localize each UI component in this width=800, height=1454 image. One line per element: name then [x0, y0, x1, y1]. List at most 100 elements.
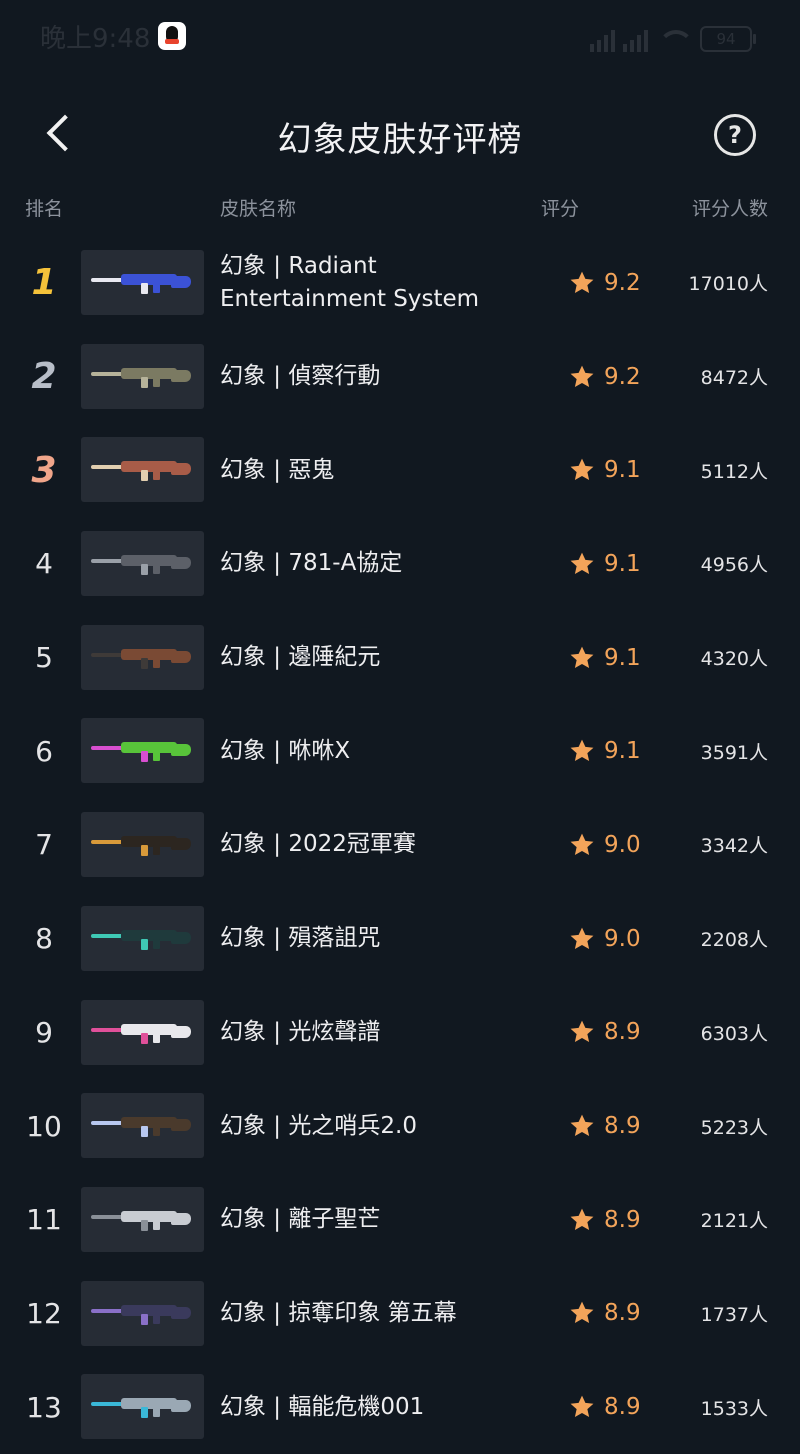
wifi-icon	[656, 28, 694, 52]
star-icon	[568, 1112, 596, 1140]
list-item[interactable]: 13 幻象 | 輻能危機001 8.9 1533人	[0, 1360, 800, 1454]
skin-thumbnail	[81, 1374, 204, 1440]
skin-thumbnail	[81, 1280, 204, 1346]
rating-count: 1533人	[700, 1397, 768, 1420]
rating: 9.0	[568, 892, 641, 986]
star-icon	[568, 363, 596, 391]
star-icon	[568, 269, 596, 297]
column-header-rank: 排名	[25, 198, 64, 220]
skin-name: 幻象 | 惡鬼	[220, 456, 335, 483]
gun-icon	[91, 1209, 191, 1231]
column-header-score: 评分	[541, 198, 580, 220]
list-item[interactable]: 10 幻象 | 光之哨兵2.0 8.9 5223人	[0, 1079, 800, 1173]
rank-number: 11	[26, 1203, 62, 1237]
rating-count: 5112人	[700, 460, 768, 483]
list-item[interactable]: 1 幻象 | Radiant Entertainment System 9.2 170…	[0, 236, 800, 330]
gun-icon	[91, 1115, 191, 1138]
rank-number: 5	[35, 641, 53, 675]
skin-name: 幻象 | 咻咻X	[220, 737, 351, 764]
rating-value: 9.0	[604, 925, 641, 952]
column-header-count: 评分人数	[691, 198, 768, 220]
rating-value: 8.9	[604, 1300, 641, 1327]
star-icon	[568, 1299, 596, 1327]
skin-thumbnail	[81, 999, 204, 1065]
skin-name: 幻象 | 殞落詛咒	[220, 925, 381, 952]
rating-value: 8.9	[604, 1394, 641, 1421]
gun-icon	[91, 459, 191, 482]
star-icon	[568, 1206, 596, 1234]
ranking-list: 1 幻象 | Radiant Entertainment System 9.2 170…	[0, 236, 800, 1454]
rating: 8.9	[568, 986, 641, 1080]
rating-count: 2121人	[700, 1210, 768, 1233]
rating-value: 8.9	[604, 1206, 641, 1233]
gun-icon	[91, 272, 191, 294]
skin-thumbnail	[81, 1186, 204, 1252]
column-header-name: 皮肤名称	[220, 198, 297, 220]
rating-value: 9.1	[604, 738, 641, 765]
rating: 8.9	[568, 1173, 641, 1267]
gun-icon	[91, 834, 191, 857]
list-item[interactable]: 9 幻象 | 光炫聲譜 8.9 6303人	[0, 986, 800, 1080]
list-item[interactable]: 3 幻象 | 惡鬼 9.1 5112人	[0, 423, 800, 517]
rank-number: 13	[26, 1390, 62, 1424]
list-item[interactable]: 11 幻象 | 離子聖芒 8.9 2121人	[0, 1173, 800, 1267]
rating: 9.2	[568, 236, 641, 330]
rating-count: 2208人	[700, 929, 768, 952]
skin-name: 幻象 | 781-A協定	[220, 550, 403, 577]
page-title: 幻象皮肤好评榜	[277, 120, 523, 160]
rank-number: 7	[35, 828, 53, 862]
status-bar: 晚上9:48 94	[0, 0, 800, 76]
gun-icon	[91, 553, 191, 576]
skin-name: 幻象 | 掠奪印象 第五幕	[220, 1299, 457, 1326]
star-icon	[568, 831, 596, 859]
help-button[interactable]: ?	[714, 114, 756, 156]
star-icon	[568, 550, 596, 578]
rating: 9.2	[568, 330, 641, 424]
skin-name: 幻象 | 2022冠軍賽	[220, 831, 416, 858]
list-item[interactable]: 7 幻象 | 2022冠軍賽 9.0 3342人	[0, 798, 800, 892]
rating-count: 3342人	[700, 835, 768, 858]
rank-number: 1	[31, 262, 57, 304]
battery-icon: 94	[700, 26, 756, 52]
skin-thumbnail	[81, 905, 204, 971]
list-item[interactable]: 4 幻象 | 781-A協定 9.1 4956人	[0, 517, 800, 611]
signal-icon-2	[623, 28, 648, 52]
skin-thumbnail	[81, 812, 204, 878]
skin-thumbnail	[81, 250, 204, 315]
list-item[interactable]: 2 幻象 | 偵察行動 9.2 8472人	[0, 330, 800, 424]
rating-value: 8.9	[604, 1113, 641, 1140]
list-item[interactable]: 12 幻象 | 掠奪印象 第五幕 8.9 1737人	[0, 1267, 800, 1361]
rank-number: 3	[31, 449, 57, 491]
rank-number: 12	[26, 1296, 62, 1330]
skin-thumbnail	[81, 531, 204, 597]
list-item[interactable]: 8 幻象 | 殞落詛咒 9.0 2208人	[0, 892, 800, 986]
gun-icon	[91, 928, 191, 950]
rank-number: 6	[35, 734, 53, 768]
star-icon	[568, 456, 596, 484]
rank-number: 4	[35, 547, 53, 581]
rating-count: 17010人	[688, 273, 768, 296]
rating-count: 3591人	[700, 741, 768, 764]
star-icon	[568, 644, 596, 672]
rank-number: 10	[26, 1109, 62, 1143]
status-time: 晚上9:48	[40, 24, 151, 54]
rating-count: 6303人	[700, 1022, 768, 1045]
gun-icon	[91, 366, 191, 388]
skin-name: 幻象 | 偵察行動	[220, 363, 381, 390]
rating-count: 1737人	[700, 1303, 768, 1326]
skin-thumbnail	[81, 437, 204, 503]
rating-count: 4320人	[700, 648, 768, 671]
rating-value: 8.9	[604, 1019, 641, 1046]
rating-value: 9.1	[604, 457, 641, 484]
star-icon	[568, 1018, 596, 1046]
rating-count: 8472人	[700, 367, 768, 390]
rating: 9.1	[568, 704, 641, 798]
list-item[interactable]: 6 幻象 | 咻咻X 9.1 3591人	[0, 704, 800, 798]
skin-thumbnail	[81, 624, 204, 690]
qq-notification-icon	[158, 22, 186, 50]
skin-name: 幻象 | 輻能危機001	[220, 1393, 425, 1420]
list-item[interactable]: 5 幻象 | 邊陲紀元 9.1 4320人	[0, 611, 800, 705]
page-header: 幻象皮肤好评榜 ?	[0, 96, 800, 176]
star-icon	[568, 925, 596, 953]
skin-name: 幻象 | Radiant Entertainment System	[220, 252, 480, 312]
